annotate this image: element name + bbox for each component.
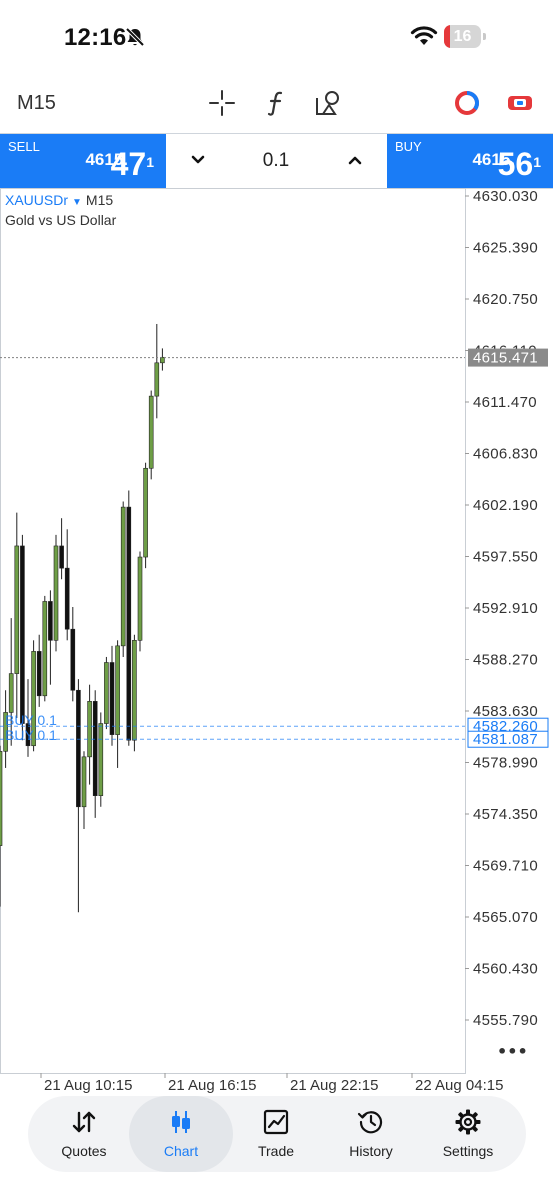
- candle-body: [53, 545, 59, 641]
- bottom-nav: Quotes Chart Trade History Settings: [28, 1096, 526, 1172]
- battery-percent: 16: [453, 28, 472, 45]
- price-label: 4592.910: [473, 600, 538, 617]
- price-label: 4630.030: [473, 188, 538, 205]
- time-label: 21 Aug 22:15: [290, 1077, 378, 1093]
- position-label: BUY 0.1: [5, 727, 57, 743]
- price-label: 4569.710: [473, 858, 538, 875]
- sell-price-pips: 471: [110, 146, 154, 182]
- more-options-icon[interactable]: •••: [497, 1042, 528, 1061]
- candle-body: [126, 506, 132, 741]
- candle-body: [143, 467, 148, 558]
- symbol-dropdown-icon[interactable]: ▼: [72, 197, 82, 208]
- crosshair-icon[interactable]: [207, 88, 237, 118]
- price-label: 4625.390: [473, 240, 538, 257]
- nav-quotes[interactable]: Quotes: [36, 1096, 132, 1172]
- sell-label: SELL: [8, 139, 40, 154]
- candle-body: [64, 567, 70, 630]
- candle-body: [160, 356, 165, 364]
- current-price-label: 4615.471: [473, 350, 538, 367]
- symbol-header[interactable]: XAUUSDr ▼ M15: [5, 192, 113, 208]
- symbol-name[interactable]: XAUUSDr: [5, 192, 68, 208]
- sell-button[interactable]: SELL 4615. 471: [0, 134, 166, 188]
- price-label: 4602.190: [473, 497, 538, 514]
- price-label: 4560.430: [473, 961, 538, 978]
- status-time: 12:16: [64, 24, 127, 51]
- price-label: 4597.550: [473, 549, 538, 566]
- candle-body: [36, 651, 42, 697]
- buy-price-pips: 561: [497, 146, 541, 182]
- lot-decrease-icon[interactable]: [184, 146, 212, 174]
- nav-chart-label: Chart: [163, 1143, 199, 1159]
- price-label: 4620.750: [473, 291, 538, 308]
- indicators-icon[interactable]: [262, 88, 292, 118]
- price-label: 4574.350: [473, 806, 538, 823]
- nav-quotes-label: Quotes: [61, 1143, 107, 1159]
- plot-area: [0, 188, 466, 1074]
- time-label: 21 Aug 16:15: [168, 1077, 256, 1093]
- buy-button[interactable]: BUY 4615. 561: [387, 134, 553, 188]
- candle-body: [87, 701, 92, 758]
- bell-muted-icon: [125, 27, 145, 47]
- nav-settings[interactable]: Settings: [420, 1096, 516, 1172]
- nav-trade-label: Trade: [257, 1143, 295, 1159]
- position-label: BUY 0.1: [5, 712, 57, 728]
- candle-body: [154, 362, 160, 397]
- price-label: 4578.990: [473, 755, 538, 772]
- price-chart[interactable]: 4630.0304625.3904620.7504616.1104611.470…: [0, 188, 553, 1093]
- price-label: 4588.270: [473, 652, 538, 669]
- candle-body: [109, 662, 115, 735]
- candle-body: [120, 506, 126, 647]
- candle-body: [115, 645, 120, 735]
- nav-chart[interactable]: Chart: [129, 1096, 233, 1172]
- price-label: 4611.470: [473, 394, 537, 411]
- nav-history[interactable]: History: [323, 1096, 419, 1172]
- nav-trade[interactable]: Trade: [228, 1096, 324, 1172]
- price-label: 4565.070: [473, 909, 538, 926]
- price-label: 4555.790: [473, 1012, 538, 1029]
- candle-body: [70, 628, 76, 691]
- candle-body: [132, 639, 137, 741]
- candle-body: [104, 662, 109, 724]
- lot-size-field[interactable]: 0.1: [256, 150, 296, 172]
- candle-body: [98, 723, 104, 796]
- history-clock-icon: [357, 1111, 383, 1134]
- objects-icon[interactable]: [314, 88, 344, 118]
- timeframe-circle-icon[interactable]: [452, 88, 482, 118]
- chart-toolbar: M15: [0, 80, 553, 128]
- candle-body: [76, 689, 81, 808]
- symbol-description: Gold vs US Dollar: [5, 212, 117, 228]
- nav-settings-label: Settings: [442, 1143, 494, 1159]
- trade-chart-icon: [263, 1109, 289, 1135]
- chart-candles-icon: [172, 1111, 190, 1133]
- price-label: 4606.830: [473, 446, 538, 463]
- candle-body: [14, 545, 20, 674]
- wifi-icon: [410, 26, 438, 45]
- timeframe-selector[interactable]: M15: [17, 92, 56, 115]
- candle-body: [0, 750, 3, 846]
- time-label: 21 Aug 10:15: [44, 1077, 132, 1093]
- candle-body: [81, 756, 87, 808]
- buy-label: BUY: [395, 139, 422, 154]
- lot-increase-icon[interactable]: [341, 146, 369, 174]
- nav-history-label: History: [349, 1143, 393, 1159]
- position-price-label: 4581.087: [473, 731, 538, 748]
- quotes-arrows-icon: [72, 1111, 96, 1133]
- candle-body: [42, 601, 48, 697]
- candle-body: [148, 395, 154, 469]
- candle-body: [137, 556, 143, 641]
- candle-body: [92, 701, 98, 796]
- symbol-timeframe: M15: [85, 192, 114, 208]
- candle-body: [8, 673, 14, 713]
- settings-gear-icon: [455, 1109, 481, 1135]
- candle-body: [48, 601, 53, 641]
- one-click-trade-panel: SELL 4615. 471 0.1 BUY 4615. 561: [0, 133, 553, 189]
- battery-icon: 16: [444, 25, 486, 48]
- chart-type-icon[interactable]: [505, 88, 535, 118]
- time-label: 22 Aug 04:15: [415, 1077, 503, 1093]
- candle-body: [59, 545, 64, 569]
- status-bar: 12:16 16: [0, 0, 553, 72]
- candle-body: [20, 545, 25, 724]
